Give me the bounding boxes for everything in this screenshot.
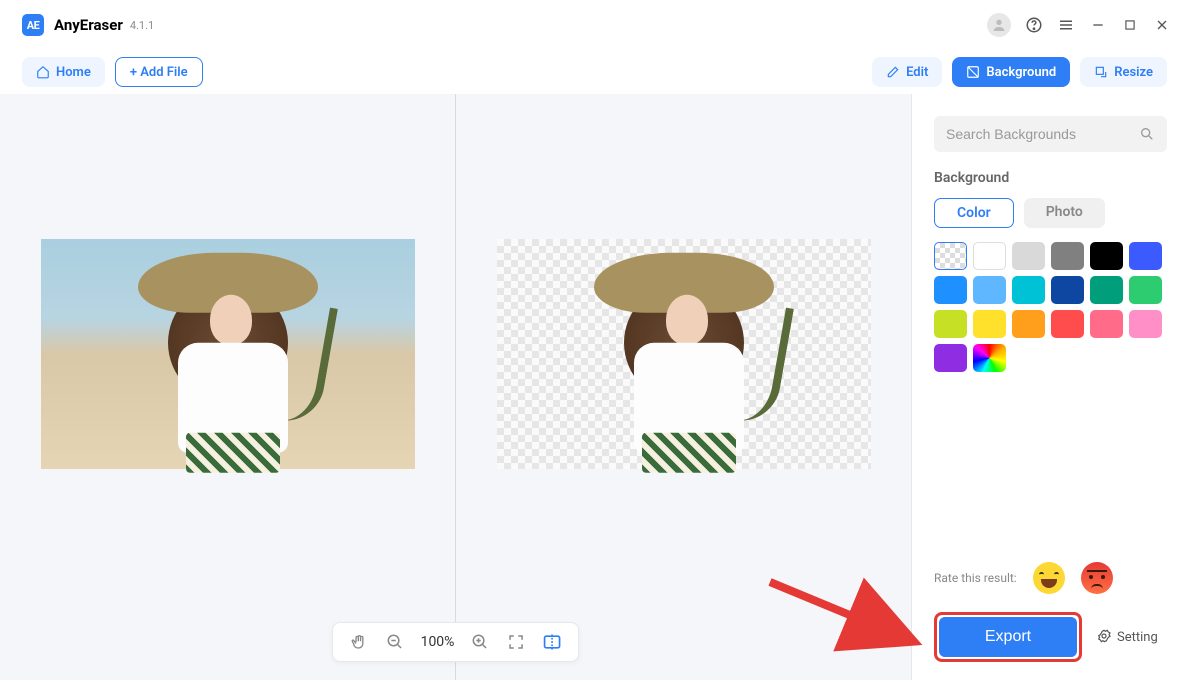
zoom-out-icon[interactable] bbox=[385, 632, 405, 652]
color-swatch[interactable] bbox=[1012, 242, 1045, 270]
background-label: Background bbox=[986, 65, 1056, 80]
user-avatar[interactable] bbox=[987, 13, 1011, 37]
zoom-in-icon[interactable] bbox=[470, 632, 490, 652]
edit-icon bbox=[886, 65, 900, 79]
tab-photo[interactable]: Photo bbox=[1024, 198, 1105, 228]
rate-good-emoji[interactable] bbox=[1033, 562, 1065, 594]
background-section-title: Background bbox=[934, 170, 1167, 186]
menu-icon[interactable] bbox=[1057, 16, 1075, 34]
gear-icon bbox=[1096, 629, 1112, 645]
app-version: 4.1.1 bbox=[130, 19, 154, 32]
rate-label: Rate this result: bbox=[934, 571, 1017, 585]
add-file-label: + Add File bbox=[130, 65, 188, 80]
color-swatch[interactable] bbox=[1090, 242, 1123, 270]
rate-row: Rate this result: bbox=[934, 562, 1167, 594]
original-image bbox=[41, 239, 415, 469]
home-label: Home bbox=[56, 65, 91, 80]
color-swatch[interactable] bbox=[1012, 310, 1045, 338]
original-panel bbox=[0, 94, 455, 680]
rate-bad-emoji[interactable] bbox=[1081, 562, 1113, 594]
background-icon bbox=[966, 65, 980, 79]
home-button[interactable]: Home bbox=[22, 57, 105, 87]
search-icon bbox=[1139, 126, 1155, 142]
color-swatch[interactable] bbox=[1090, 310, 1123, 338]
maximize-icon[interactable] bbox=[1121, 16, 1139, 34]
resize-icon bbox=[1094, 65, 1108, 79]
setting-label: Setting bbox=[1117, 630, 1158, 645]
result-image bbox=[497, 239, 871, 469]
color-swatch[interactable] bbox=[934, 276, 967, 304]
add-file-button[interactable]: + Add File bbox=[115, 57, 203, 87]
color-swatch[interactable] bbox=[973, 344, 1006, 372]
color-swatch[interactable] bbox=[1129, 276, 1162, 304]
color-swatch[interactable] bbox=[973, 310, 1006, 338]
canvas-controls: 100% bbox=[332, 622, 580, 662]
color-swatch[interactable] bbox=[934, 310, 967, 338]
color-swatch[interactable] bbox=[1129, 242, 1162, 270]
resize-label: Resize bbox=[1114, 65, 1153, 80]
help-icon[interactable] bbox=[1025, 16, 1043, 34]
color-swatch[interactable] bbox=[973, 242, 1006, 270]
search-backgrounds[interactable] bbox=[934, 116, 1167, 152]
main: 100% Background Color Photo Rate this re… bbox=[0, 94, 1189, 680]
color-swatch[interactable] bbox=[1051, 310, 1084, 338]
toolbar: Home + Add File Edit Background Resize bbox=[0, 50, 1189, 94]
export-highlight: Export bbox=[934, 612, 1082, 662]
titlebar: AE AnyEraser 4.1.1 bbox=[0, 0, 1189, 50]
result-panel bbox=[456, 94, 911, 680]
compare-icon[interactable] bbox=[542, 632, 562, 652]
canvas-area: 100% bbox=[0, 94, 911, 680]
export-button[interactable]: Export bbox=[939, 617, 1077, 657]
resize-button[interactable]: Resize bbox=[1080, 57, 1167, 87]
color-swatch[interactable] bbox=[1090, 276, 1123, 304]
edit-button[interactable]: Edit bbox=[872, 57, 942, 87]
color-swatch[interactable] bbox=[1012, 276, 1045, 304]
pan-tool-icon[interactable] bbox=[349, 632, 369, 652]
color-swatch[interactable] bbox=[1051, 276, 1084, 304]
app-name: AnyEraser bbox=[54, 16, 123, 34]
search-input[interactable] bbox=[946, 126, 1139, 142]
color-swatch[interactable] bbox=[1129, 310, 1162, 338]
color-swatch[interactable] bbox=[973, 276, 1006, 304]
close-icon[interactable] bbox=[1153, 16, 1171, 34]
tab-color[interactable]: Color bbox=[934, 198, 1014, 228]
edit-label: Edit bbox=[906, 65, 928, 80]
setting-button[interactable]: Setting bbox=[1096, 629, 1158, 645]
color-swatch[interactable] bbox=[934, 344, 967, 372]
zoom-level: 100% bbox=[421, 634, 455, 650]
home-icon bbox=[36, 65, 50, 79]
minimize-icon[interactable] bbox=[1089, 16, 1107, 34]
color-swatch[interactable] bbox=[1051, 242, 1084, 270]
sidebar: Background Color Photo Rate this result:… bbox=[911, 94, 1189, 680]
app-logo: AE bbox=[22, 14, 44, 36]
bottom-actions: Export Setting bbox=[934, 612, 1167, 662]
background-button[interactable]: Background bbox=[952, 57, 1070, 87]
background-tabs: Color Photo bbox=[934, 198, 1167, 228]
color-swatch[interactable] bbox=[934, 242, 967, 270]
color-swatches bbox=[934, 242, 1167, 372]
fullscreen-icon[interactable] bbox=[506, 632, 526, 652]
